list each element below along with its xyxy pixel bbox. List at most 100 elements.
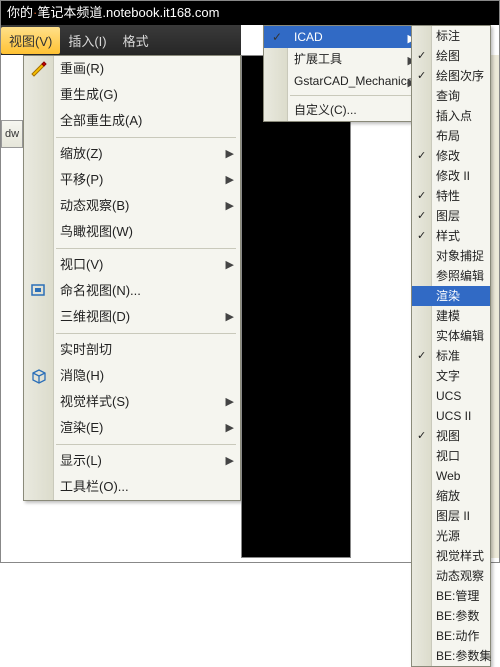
drawing-canvas[interactable] [241,55,351,558]
pencil-icon [30,60,48,78]
menubar-format[interactable]: 格式 [115,27,157,54]
icad-sub-item[interactable]: BE:动作 [412,626,490,646]
icad-sub-label: 缩放 [436,489,460,503]
menu-hide[interactable]: 消隐(H) [24,363,240,389]
icad-sub-item[interactable]: 视口 [412,446,490,466]
menu-redraw[interactable]: 重画(R) [24,56,240,82]
chevron-right-icon: ▶ [226,389,234,415]
icad-sub-label: 文字 [436,369,460,383]
menu-regen[interactable]: 重生成(G) [24,82,240,108]
icad-sub-item[interactable]: ✓绘图 [412,46,490,66]
icad-sub-item[interactable]: 视觉样式 [412,546,490,566]
toolbar-menu-ext[interactable]: 扩展工具 ▶ [264,48,422,70]
menu-named-view[interactable]: 命名视图(N)... [24,278,240,304]
menubar: 视图(V) 插入(I) 格式 [1,25,241,55]
icad-toolbar-submenu: 标注✓绘图✓绘图次序查询插入点布局✓修改修改 II✓特性✓图层✓样式对象捕捉参照… [411,25,491,667]
breadcrumb: 你的·笔记本频道.notebook.it168.com [1,1,499,25]
menu-render[interactable]: 渲染(E)▶ [24,415,240,441]
check-icon: ✓ [417,426,426,446]
icad-sub-item[interactable]: 文字 [412,366,490,386]
icad-sub-item[interactable]: 标注 [412,26,490,46]
icad-sub-label: UCS [436,389,461,403]
menu-pan[interactable]: 平移(P)▶ [24,167,240,193]
icad-sub-label: 视觉样式 [436,549,484,563]
icad-sub-item[interactable]: 对象捕捉 [412,246,490,266]
icad-sub-item[interactable]: UCS II [412,406,490,426]
icad-sub-label: 修改 [436,149,460,163]
icad-sub-item[interactable]: 缩放 [412,486,490,506]
icad-sub-item[interactable]: ✓ 视图 [412,426,490,446]
icad-sub-item[interactable]: 布局 [412,126,490,146]
chevron-right-icon: ▶ [226,193,234,219]
icad-sub-item[interactable]: 实体编辑 [412,326,490,346]
icad-sub-label: 特性 [436,189,460,203]
icad-sub-label: 渲染 [436,289,460,303]
icad-sub-label: BE:参数集 [436,649,491,663]
icad-sub-item[interactable]: ✓样式 [412,226,490,246]
icad-sub-item[interactable]: ✓ 特性 [412,186,490,206]
icad-sub-item[interactable]: 插入点 [412,106,490,126]
icad-sub-label: BE:动作 [436,629,479,643]
icad-sub-label: 标注 [436,29,460,43]
icad-sub-item[interactable]: ✓绘图次序 [412,66,490,86]
check-icon: ✓ [417,226,426,246]
icad-sub-item[interactable]: ✓修改 [412,146,490,166]
menu-aerial[interactable]: 鸟瞰视图(W) [24,219,240,245]
menu-display[interactable]: 显示(L)▶ [24,448,240,474]
icad-sub-label: 视口 [436,449,460,463]
icad-sub-item[interactable]: Web [412,466,490,486]
chevron-right-icon: ▶ [226,448,234,474]
icad-sub-label: 绘图次序 [436,69,484,83]
menu-realtime-cut[interactable]: 实时剖切 [24,337,240,363]
icad-sub-item[interactable]: 图层 II [412,506,490,526]
menu-zoom[interactable]: 缩放(Z)▶ [24,141,240,167]
chevron-right-icon: ▶ [226,141,234,167]
icad-sub-label: 绘图 [436,49,460,63]
icad-sub-label: UCS II [436,409,471,423]
menu-visual-style[interactable]: 视觉样式(S)▶ [24,389,240,415]
icad-sub-label: BE:管理 [436,589,479,603]
icad-sub-label: 视图 [436,429,460,443]
toolbar-menu-custom[interactable]: 自定义(C)... [264,99,422,121]
icad-sub-item[interactable]: ✓标准 [412,346,490,366]
cube-icon [30,367,48,385]
breadcrumb-url: .notebook.it168.com [102,5,219,20]
icad-sub-item[interactable]: 查询 [412,86,490,106]
menu-orbit[interactable]: 动态观察(B)▶ [24,193,240,219]
icad-sub-item[interactable]: 参照编辑 [412,266,490,286]
menu-3d-view[interactable]: 三维视图(D)▶ [24,304,240,330]
menu-viewport[interactable]: 视口(V)▶ [24,252,240,278]
menubar-view[interactable]: 视图(V) [1,27,60,54]
check-icon: ✓ [417,186,426,206]
icad-sub-label: 动态观察 [436,569,484,583]
icad-sub-label: 插入点 [436,109,472,123]
menu-toolbar[interactable]: 工具栏(O)... [24,474,240,500]
doc-tab[interactable]: dw [1,120,23,148]
icad-sub-item[interactable]: 建模 [412,306,490,326]
named-view-icon [30,282,48,300]
chevron-right-icon: ▶ [226,252,234,278]
toolbar-menu-icad[interactable]: ✓ ICAD ▶ [264,26,422,48]
check-icon: ✓ [417,346,426,366]
icad-sub-item[interactable]: BE:管理 [412,586,490,606]
check-icon: ✓ [417,206,426,226]
icad-sub-item[interactable]: ✓ 图层 [412,206,490,226]
icad-sub-item[interactable]: 渲染 [412,286,490,306]
icad-sub-item[interactable]: 光源 [412,526,490,546]
icad-sub-item[interactable]: UCS [412,386,490,406]
menubar-insert[interactable]: 插入(I) [60,27,114,54]
menu-regen-all[interactable]: 全部重生成(A) [24,108,240,134]
icad-sub-item[interactable]: BE:参数 [412,606,490,626]
icad-sub-item[interactable]: 修改 II [412,166,490,186]
toolbar-menu-gstar[interactable]: GstarCAD_Mechanical ▶ [264,70,422,92]
icad-sub-label: 查询 [436,89,460,103]
icad-sub-label: BE:参数 [436,609,479,623]
icad-sub-label: 修改 II [436,169,470,183]
icad-sub-label: Web [436,469,460,483]
chevron-right-icon: ▶ [226,415,234,441]
icad-sub-item[interactable]: 动态观察 [412,566,490,586]
icad-sub-item[interactable]: BE:参数集 [412,646,490,666]
icad-sub-label: 建模 [436,309,460,323]
breadcrumb-t2: 笔记本频道 [37,5,102,20]
icad-sub-label: 图层 [436,209,460,223]
